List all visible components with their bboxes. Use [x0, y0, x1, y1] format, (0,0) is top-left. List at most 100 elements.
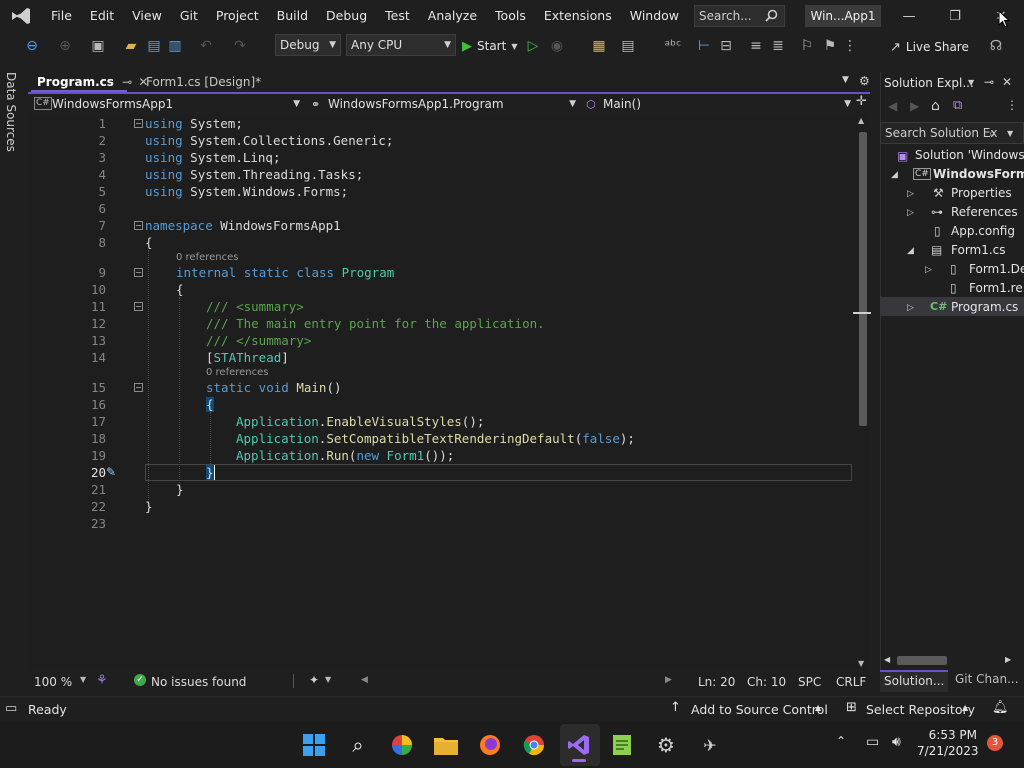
expanded-arrow-icon[interactable]: ◢ [891, 170, 898, 180]
back-icon[interactable]: ◀ [888, 99, 897, 113]
switch-views-icon[interactable]: ⧉ [953, 98, 962, 113]
minimize-button[interactable]: — [886, 0, 932, 32]
codelens-references[interactable]: 0 references [176, 252, 239, 263]
scroll-left-icon[interactable]: ◀ [884, 655, 890, 664]
scroll-right-icon[interactable]: ▶ [665, 675, 672, 685]
type-dropdown[interactable]: ⚭ WindowsFormsApp1.Program ▼ [308, 95, 578, 114]
collapse-method-toggle[interactable]: − [134, 383, 143, 392]
menu-window[interactable]: Window [621, 0, 688, 32]
clock-date[interactable]: 7/21/2023 [917, 744, 979, 758]
forward-icon[interactable]: ▶ [910, 99, 919, 113]
member-dropdown[interactable]: ⬡ Main() ▼ [583, 95, 853, 114]
tree-item-properties[interactable]: Properties [951, 186, 1012, 200]
pin-icon[interactable]: ⊸ [122, 75, 132, 89]
chevron-down-icon[interactable]: ▼ [325, 675, 331, 684]
visual-studio-icon[interactable] [566, 732, 592, 758]
start-button[interactable]: ▶ Start ▼ [462, 36, 517, 56]
line-indicator[interactable]: Ln: 20 [698, 675, 735, 689]
select-repository-button[interactable]: Select Repository [866, 702, 975, 717]
settings-gear-icon[interactable]: ⚙ [859, 74, 870, 88]
add-to-source-control-button[interactable]: Add to Source Control [691, 702, 828, 717]
configuration-select[interactable]: Debug ▼ [275, 34, 341, 56]
solution-search-input[interactable]: Search Solution Ex ⌕ ▼ [880, 122, 1024, 144]
column-indicator[interactable]: Ch: 10 [747, 675, 786, 689]
menu-extensions[interactable]: Extensions [535, 0, 621, 32]
tab-list-chevron-icon[interactable]: ▼ [842, 75, 849, 85]
collapse-usings-toggle[interactable]: − [134, 119, 143, 128]
data-sources-tab[interactable]: Data Sources [4, 72, 18, 152]
chevron-down-icon[interactable]: ▼ [968, 78, 974, 87]
folder-icon[interactable]: ▦ [589, 36, 609, 56]
scroll-up-icon[interactable]: ▲ [858, 116, 864, 125]
save-icon[interactable]: ▤ [144, 36, 164, 56]
bookmark-next-icon[interactable]: ⚑ [820, 36, 840, 56]
editor-scroll-thumb[interactable] [859, 132, 867, 426]
menu-analyze[interactable]: Analyze [419, 0, 486, 32]
spell-check-icon[interactable]: ᵃᵇᶜ [663, 36, 683, 56]
project-dropdown[interactable]: C# WindowsFormsApp1 ▼ [32, 95, 302, 114]
collapsed-arrow-icon[interactable]: ▷ [907, 208, 914, 218]
chevron-down-icon[interactable]: ▼ [80, 675, 86, 684]
whitespace-indicator[interactable]: SPC [798, 675, 821, 689]
tab-program-cs[interactable]: Program.cs ⊸ ✕ [31, 72, 148, 92]
toolbar-overflow-icon[interactable]: ⋮ [840, 36, 860, 56]
scroll-left-icon[interactable]: ◀ [361, 675, 368, 685]
notifications-bell-icon[interactable]: 🔔︎ [992, 700, 1009, 715]
visual-studio-logo-icon[interactable] [0, 0, 42, 32]
notepad-plus-icon[interactable] [609, 732, 635, 758]
tab-solution-explorer[interactable]: Solution... [880, 670, 948, 692]
tree-item-app-config[interactable]: App.config [951, 224, 1015, 238]
taskbar-search-icon[interactable]: ⌕ [345, 732, 371, 758]
hot-reload-icon[interactable]: ◉ [547, 36, 567, 56]
chevron-up-icon[interactable]: ▲ [815, 703, 821, 712]
tree-item-program-cs[interactable]: Program.cs [951, 300, 1018, 314]
chrome-icon[interactable] [521, 732, 547, 758]
chevron-up-icon[interactable]: ⌃ [836, 734, 846, 748]
menu-debug[interactable]: Debug [317, 0, 376, 32]
platform-select[interactable]: Any CPU ▼ [346, 34, 456, 56]
collapse-class-toggle[interactable]: − [134, 268, 143, 277]
copilot-icon[interactable]: ⚘ [96, 673, 108, 688]
outdent-icon[interactable]: ≣ [768, 36, 788, 56]
pin-icon[interactable]: ⊸ [984, 75, 994, 89]
tab-form1-design[interactable]: Form1.cs [Design]* [140, 72, 267, 92]
layout-icon[interactable]: ▤ [618, 36, 638, 56]
firefox-icon[interactable] [477, 732, 503, 758]
maximize-button[interactable]: ❐ [932, 0, 978, 32]
bookmark-icon[interactable]: ⚐ [797, 36, 817, 56]
feedback-icon[interactable]: ☊ [986, 36, 1006, 56]
redo-icon[interactable]: ↷ [230, 36, 250, 56]
quick-actions-brush-icon[interactable]: ✎ [106, 465, 116, 479]
scroll-down-icon[interactable]: ▼ [858, 659, 864, 668]
tree-item-solution[interactable]: Solution 'WindowsF [915, 148, 1024, 162]
distribute-icon[interactable]: ⊟ [716, 36, 736, 56]
notification-badge[interactable]: 3 [987, 735, 1003, 751]
tree-item-form1-cs[interactable]: Form1.cs [951, 243, 1006, 257]
codelens-references[interactable]: 0 references [206, 367, 269, 378]
issues-status[interactable]: No issues found [151, 675, 246, 689]
scroll-right-icon[interactable]: ▶ [1005, 655, 1011, 664]
menu-file[interactable]: File [42, 0, 81, 32]
new-project-icon[interactable]: ▣ [88, 36, 108, 56]
forward-icon[interactable]: ⊕ [55, 36, 75, 56]
open-folder-icon[interactable]: ▰ [121, 36, 141, 56]
tools-app-icon[interactable]: ✈ [697, 732, 723, 758]
close-icon[interactable]: ✕ [1002, 75, 1012, 89]
menu-project[interactable]: Project [207, 0, 268, 32]
start-without-debugging-icon[interactable]: ▷ [523, 36, 543, 56]
chevron-up-icon[interactable]: ▲ [962, 703, 968, 712]
menu-tools[interactable]: Tools [486, 0, 535, 32]
file-explorer-icon[interactable] [433, 732, 459, 758]
clock-time[interactable]: 6:53 PM [925, 728, 977, 742]
collapse-namespace-toggle[interactable]: − [134, 221, 143, 230]
zoom-level[interactable]: 100 % [34, 675, 72, 689]
undo-icon[interactable]: ↶ [196, 36, 216, 56]
search-input[interactable]: Search... [694, 5, 785, 27]
home-icon[interactable]: ⌂ [931, 98, 940, 114]
menu-edit[interactable]: Edit [81, 0, 123, 32]
menu-git[interactable]: Git [171, 0, 207, 32]
menu-build[interactable]: Build [268, 0, 317, 32]
overflow-icon[interactable]: ⋮ [1006, 98, 1018, 112]
split-icon[interactable]: ✛ [856, 94, 867, 109]
tree-item-form1-designer[interactable]: Form1.De [969, 262, 1024, 276]
